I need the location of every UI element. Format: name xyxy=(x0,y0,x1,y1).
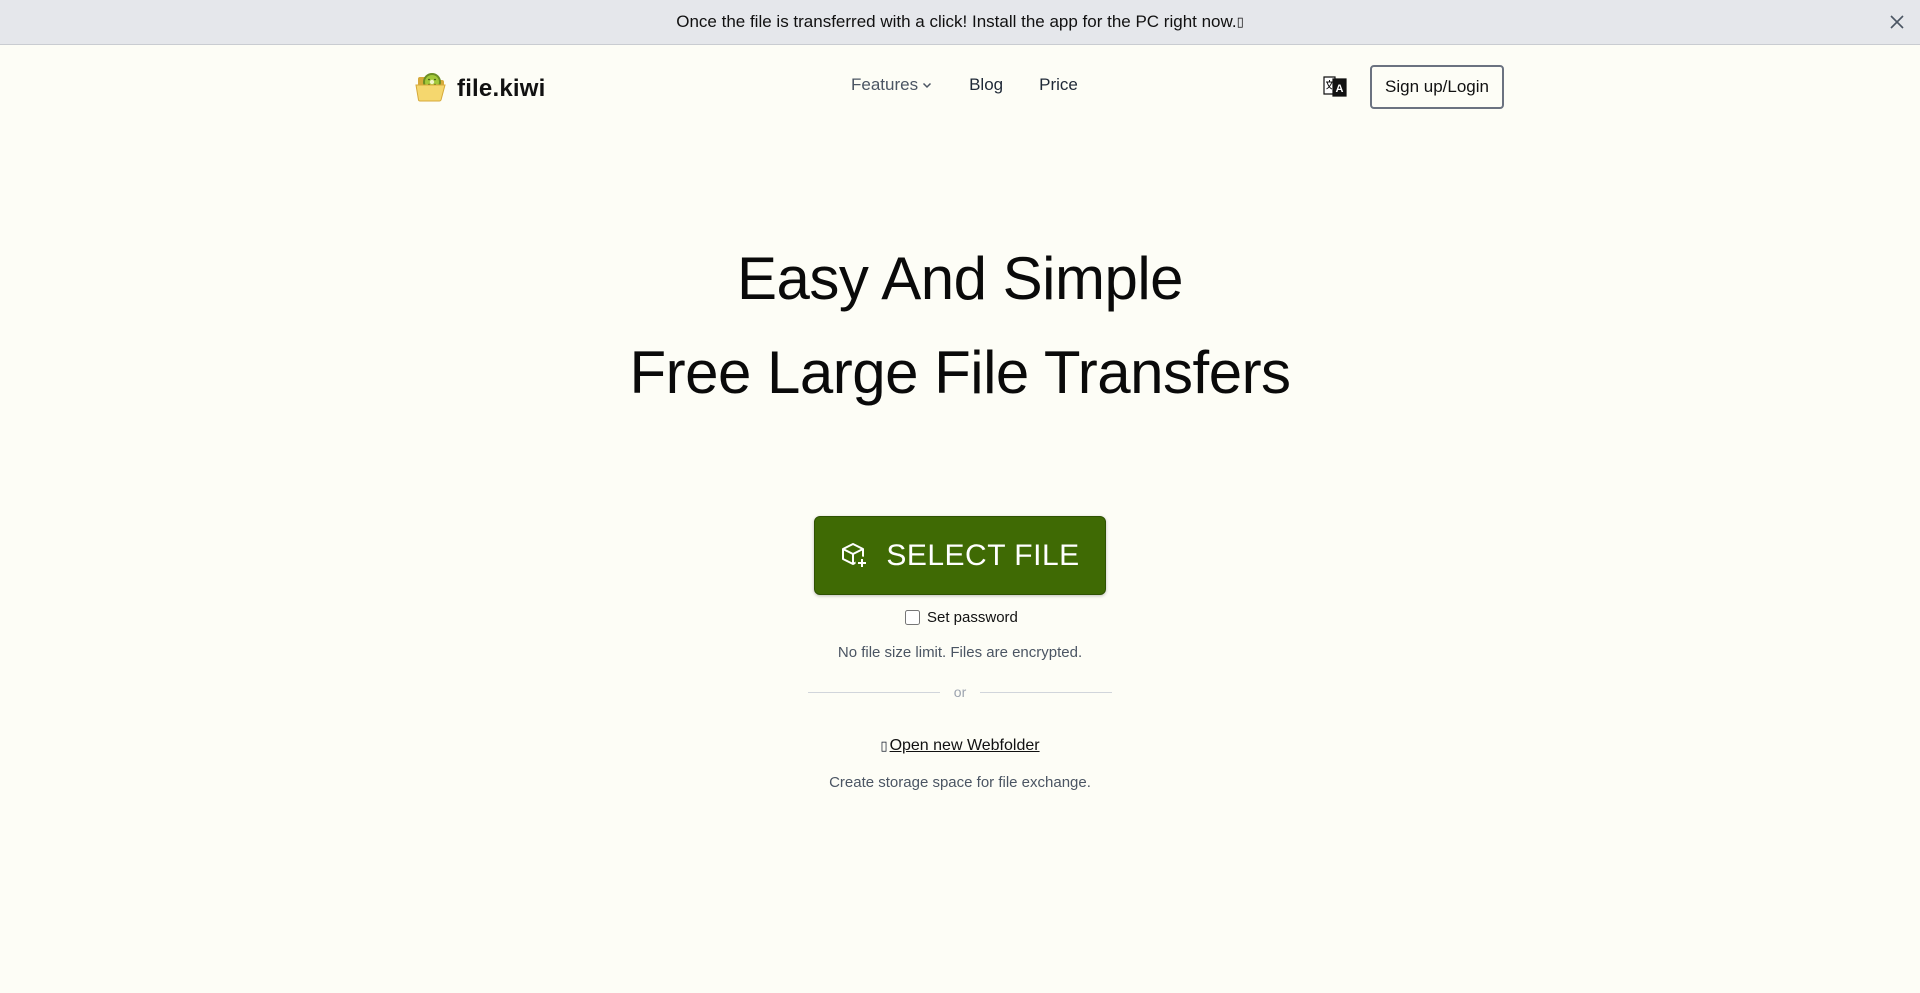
open-webfolder-link[interactable]: Open new Webfolder xyxy=(890,737,1040,755)
select-file-label: SELECT FILE xyxy=(886,538,1080,572)
nav-blog[interactable]: Blog xyxy=(969,75,1003,95)
box-plus-icon xyxy=(840,541,870,571)
logo-link[interactable]: file.kiwi xyxy=(415,69,546,108)
file-limit-text: No file size limit. Files are encrypted. xyxy=(837,644,1083,661)
webfolder-glyph: ▯ xyxy=(880,738,888,753)
or-divider: or xyxy=(808,684,1113,700)
hero-title-line1: Easy And Simple xyxy=(736,245,1184,312)
banner-glyph: ▯ xyxy=(1236,14,1244,29)
chevron-down-icon xyxy=(922,80,932,90)
kiwi-folder-icon xyxy=(415,69,449,108)
translate-icon[interactable]: A xyxy=(1320,71,1350,101)
set-password-checkbox[interactable] xyxy=(905,610,920,625)
close-icon[interactable] xyxy=(1886,11,1908,33)
set-password-label: Set password xyxy=(927,609,1018,626)
logo-text: file.kiwi xyxy=(457,74,546,102)
nav-price[interactable]: Price xyxy=(1039,75,1078,95)
select-file-button[interactable]: SELECT FILE xyxy=(814,516,1106,595)
svg-text:A: A xyxy=(1336,83,1344,95)
set-password-option[interactable]: Set password xyxy=(905,609,1018,626)
banner-text: Once the file is transferred with a clic… xyxy=(676,12,1237,31)
hero-title-line2: Free Large File Transfers xyxy=(629,339,1291,406)
divider-line-left xyxy=(808,691,940,693)
webfolder-description: Create storage space for file exchange. xyxy=(829,774,1091,791)
promo-banner: Once the file is transferred with a clic… xyxy=(0,0,1920,45)
webfolder-row: ▯ Open new Webfolder xyxy=(0,737,1920,755)
divider-line-right xyxy=(980,691,1113,693)
signup-login-button[interactable]: Sign up/Login xyxy=(1370,65,1504,109)
divider-or-text: or xyxy=(953,684,967,700)
nav-features-label: Features xyxy=(851,75,919,94)
main-nav: Features Blog Price xyxy=(851,75,1078,95)
site-header: file.kiwi Features Blog Price A Sign up/… xyxy=(0,45,1920,127)
nav-features[interactable]: Features xyxy=(851,75,932,95)
